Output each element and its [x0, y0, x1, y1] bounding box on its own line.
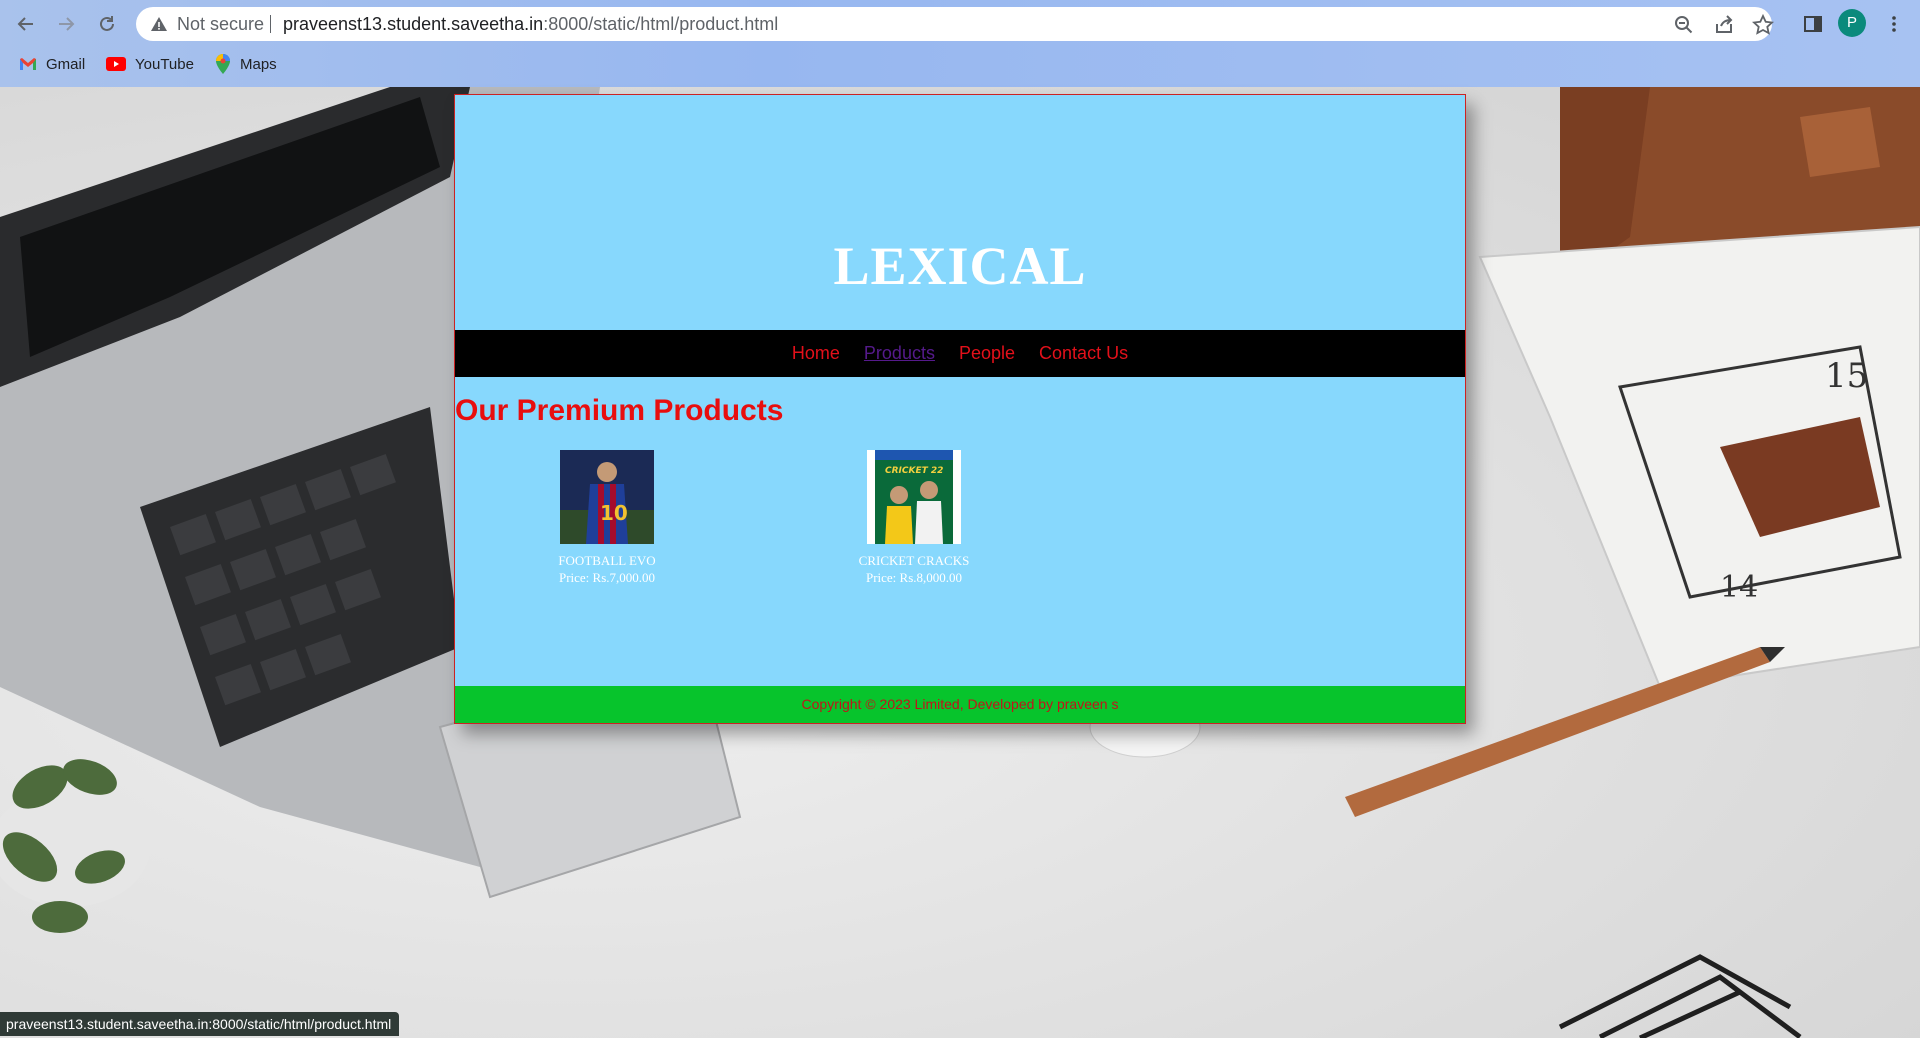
product-price: Price: Rs.8,000.00: [865, 570, 963, 585]
cover-title-text: CRICKET 22: [885, 466, 944, 476]
football-cover-art: 10: [560, 450, 654, 544]
side-panel-button[interactable]: [1799, 10, 1827, 38]
product-image-cricket[interactable]: CRICKET 22: [867, 450, 961, 544]
omnibox-divider: [270, 15, 271, 33]
bookmark-youtube[interactable]: YouTube: [106, 53, 194, 75]
back-button[interactable]: [12, 10, 40, 38]
url-text[interactable]: praveenst13.student.saveetha.in:8000/sta…: [283, 14, 778, 35]
nav-link-people[interactable]: People: [959, 343, 1015, 364]
jersey-number: 10: [600, 501, 628, 525]
bookmark-label: Maps: [240, 55, 277, 73]
product-name: CRICKET CRACKS: [858, 553, 970, 568]
site-title: LEXICAL: [833, 236, 1087, 296]
url-host: praveenst13.student.saveetha.in: [283, 14, 544, 34]
site-header: LEXICAL: [455, 95, 1465, 330]
youtube-icon: [106, 57, 126, 71]
address-bar[interactable]: Not secure praveenst13.student.saveetha.…: [136, 7, 1774, 41]
site-footer: Copyright © 2023 Limited, Developed by p…: [455, 686, 1465, 723]
warning-icon[interactable]: [150, 15, 168, 33]
cricket-cover-art: [867, 450, 961, 544]
back-arrow-icon: [17, 17, 33, 31]
more-vertical-icon: [1892, 16, 1896, 32]
link-status-bubble: praveenst13.student.saveetha.in:8000/sta…: [0, 1012, 400, 1036]
url-path: :8000/static/html/product.html: [543, 14, 779, 34]
section-heading: Our Premium Products: [455, 394, 784, 427]
nav-link-contact-us[interactable]: Contact Us: [1039, 343, 1128, 364]
main-navigation: Home Products People Contact Us: [455, 330, 1465, 377]
page-container: LEXICAL Home Products People Contact Us …: [454, 94, 1466, 724]
browser-toolbar: Not secure praveenst13.student.saveetha.…: [0, 0, 1920, 87]
nav-link-products[interactable]: Products: [864, 343, 935, 364]
product-name: FOOTBALL EVO: [558, 553, 656, 568]
newspaper-number-15: 15: [1825, 356, 1868, 396]
nav-link-home[interactable]: Home: [792, 343, 840, 364]
bookmark-maps[interactable]: Maps: [215, 53, 277, 75]
maps-icon: [216, 54, 230, 74]
reload-button[interactable]: [93, 10, 121, 38]
browser-menu-button[interactable]: [1880, 10, 1908, 38]
bookmark-label: Gmail: [46, 55, 86, 73]
profile-avatar[interactable]: P: [1838, 9, 1866, 37]
gmail-icon: [20, 58, 36, 70]
bookmark-label: YouTube: [135, 55, 194, 73]
product-image-football[interactable]: 10: [560, 450, 654, 544]
newspaper-number-14: 14: [1720, 570, 1758, 605]
zoom-icon[interactable]: [1673, 14, 1695, 36]
side-panel-icon: [1804, 16, 1822, 32]
forward-button[interactable]: [52, 10, 80, 38]
bookmark-gmail[interactable]: Gmail: [19, 53, 85, 75]
security-label[interactable]: Not secure: [177, 14, 264, 35]
forward-arrow-icon: [59, 17, 75, 31]
share-icon[interactable]: [1713, 14, 1735, 36]
product-card[interactable]: CRICKET 22 CRICKET CRACKS Price: Rs.8,00…: [814, 450, 1014, 586]
product-card[interactable]: 10 FOOTBALL EVO Price: Rs.7,000.00: [507, 450, 707, 586]
product-price: Price: Rs.7,000.00: [558, 570, 656, 585]
reload-icon: [100, 16, 114, 31]
bookmark-star-icon[interactable]: [1752, 14, 1774, 36]
